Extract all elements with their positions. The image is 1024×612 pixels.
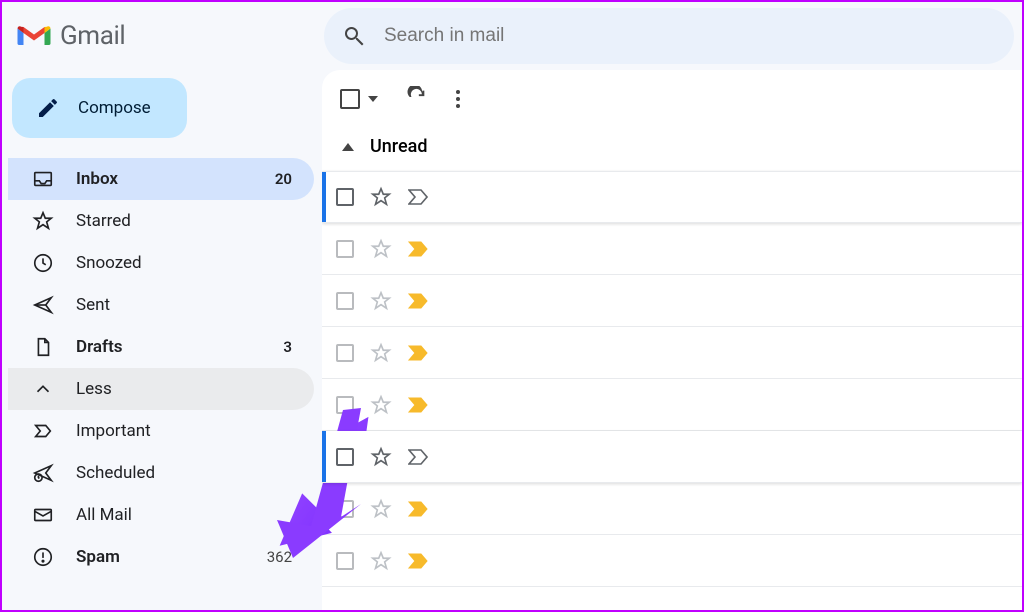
- message-row[interactable]: [322, 327, 1022, 379]
- section-unread[interactable]: Unread: [322, 128, 1022, 171]
- message-row[interactable]: [322, 379, 1022, 431]
- select-all-checkbox[interactable]: [340, 89, 378, 109]
- refresh-button[interactable]: [406, 86, 428, 112]
- gmail-logo-block[interactable]: Gmail: [16, 21, 324, 51]
- sidebar-item-less[interactable]: Less: [8, 368, 314, 410]
- message-row[interactable]: [322, 171, 1022, 223]
- toolbar: [322, 70, 1022, 128]
- compose-label: Compose: [78, 98, 151, 118]
- mail-icon: [32, 504, 54, 526]
- spam-icon: [32, 546, 54, 568]
- star-icon[interactable]: [370, 186, 392, 208]
- star-icon[interactable]: [370, 550, 392, 572]
- sidebar-item-count: 3: [283, 338, 292, 356]
- important-icon: [32, 420, 54, 442]
- sidebar: Compose Inbox 20 Starred Snoozed Sent Drafts 3…: [2, 70, 322, 610]
- sidebar-item-starred[interactable]: Starred: [8, 200, 314, 242]
- clock-icon: [32, 252, 54, 274]
- send-icon: [32, 294, 54, 316]
- file-icon: [32, 336, 54, 358]
- important-icon[interactable]: [408, 449, 428, 465]
- inbox-icon: [32, 168, 54, 190]
- message-row[interactable]: [322, 275, 1022, 327]
- chev-up-icon: [32, 378, 54, 400]
- message-row[interactable]: [322, 431, 1022, 483]
- sidebar-item-all-mail[interactable]: All Mail: [8, 494, 314, 536]
- search-icon: [342, 24, 366, 48]
- row-checkbox[interactable]: [336, 448, 354, 466]
- important-icon[interactable]: [408, 189, 428, 205]
- pencil-icon: [36, 96, 60, 120]
- search-bar[interactable]: [324, 8, 1014, 64]
- star-icon[interactable]: [370, 394, 392, 416]
- main-pane: Unread: [322, 70, 1022, 610]
- more-vert-icon: [456, 90, 460, 108]
- star-icon[interactable]: [370, 238, 392, 260]
- sidebar-item-label: Snoozed: [76, 253, 142, 273]
- message-row[interactable]: [322, 223, 1022, 275]
- important-icon[interactable]: [408, 241, 428, 257]
- checkbox-icon: [340, 89, 360, 109]
- message-row[interactable]: [322, 483, 1022, 535]
- sidebar-item-spam[interactable]: Spam 362: [8, 536, 314, 578]
- important-icon[interactable]: [408, 501, 428, 517]
- star-icon[interactable]: [370, 446, 392, 468]
- compose-button[interactable]: Compose: [12, 78, 187, 138]
- row-checkbox[interactable]: [336, 292, 354, 310]
- section-label: Unread: [370, 136, 427, 157]
- star-icon[interactable]: [370, 342, 392, 364]
- gmail-logo-icon: [16, 22, 52, 50]
- sidebar-item-label: All Mail: [76, 505, 132, 525]
- message-row[interactable]: [322, 535, 1022, 587]
- row-checkbox[interactable]: [336, 344, 354, 362]
- important-icon[interactable]: [408, 553, 428, 569]
- caret-down-icon: [368, 96, 378, 102]
- row-checkbox[interactable]: [336, 500, 354, 518]
- sidebar-item-scheduled[interactable]: Scheduled: [8, 452, 314, 494]
- important-icon[interactable]: [408, 345, 428, 361]
- sidebar-item-label: Starred: [76, 211, 131, 231]
- row-checkbox[interactable]: [336, 396, 354, 414]
- row-checkbox[interactable]: [336, 240, 354, 258]
- sidebar-item-label: Inbox: [76, 169, 118, 189]
- scheduled-icon: [32, 462, 54, 484]
- sidebar-item-label: Important: [76, 421, 151, 441]
- sidebar-nav: Inbox 20 Starred Snoozed Sent Drafts 3 Less Impo…: [8, 158, 314, 578]
- star-icon: [32, 210, 54, 232]
- sidebar-item-label: Scheduled: [76, 463, 155, 483]
- star-icon[interactable]: [370, 290, 392, 312]
- sidebar-item-sent[interactable]: Sent: [8, 284, 314, 326]
- row-checkbox[interactable]: [336, 552, 354, 570]
- row-checkbox[interactable]: [336, 188, 354, 206]
- refresh-icon: [406, 86, 428, 108]
- search-input[interactable]: [384, 25, 996, 47]
- star-icon[interactable]: [370, 498, 392, 520]
- more-button[interactable]: [456, 90, 460, 108]
- sidebar-item-label: Less: [76, 379, 112, 399]
- chevron-up-icon: [342, 143, 354, 151]
- sidebar-item-important[interactable]: Important: [8, 410, 314, 452]
- sidebar-item-label: Spam: [76, 547, 120, 567]
- sidebar-item-snoozed[interactable]: Snoozed: [8, 242, 314, 284]
- sidebar-item-label: Sent: [76, 295, 110, 315]
- sidebar-item-count: 20: [275, 170, 292, 188]
- important-icon[interactable]: [408, 397, 428, 413]
- sidebar-item-label: Drafts: [76, 337, 123, 357]
- important-icon[interactable]: [408, 293, 428, 309]
- sidebar-item-inbox[interactable]: Inbox 20: [8, 158, 314, 200]
- app-title: Gmail: [60, 21, 125, 51]
- message-list: [322, 171, 1022, 587]
- sidebar-item-drafts[interactable]: Drafts 3: [8, 326, 314, 368]
- sidebar-item-count: 362: [267, 548, 292, 566]
